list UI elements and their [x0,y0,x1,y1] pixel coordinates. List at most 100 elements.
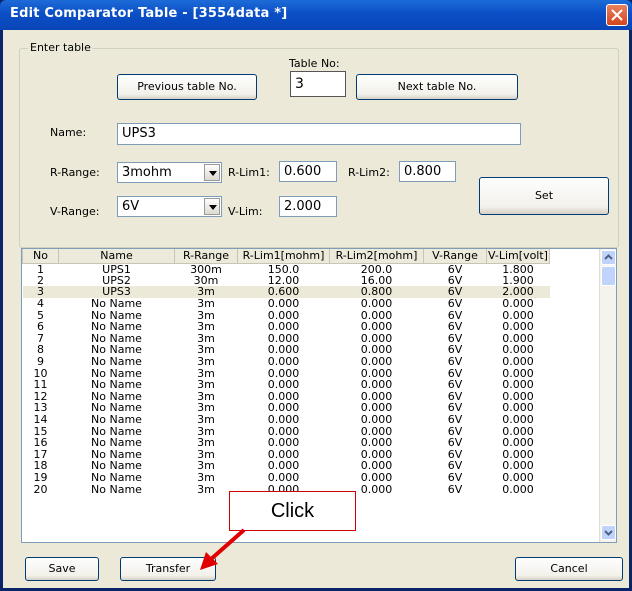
r-lim1-label: R-Lim1: [228,166,270,179]
table-row[interactable]: 6 No Name 3m 0.000 0.000 6V 0.000 [23,321,550,333]
title-bar[interactable]: Edit Comparator Table - [3554data *] [0,0,632,30]
table-cell: 6V [423,286,487,298]
chevron-down-icon[interactable] [204,164,220,181]
table-cell: UPS3 [58,286,175,298]
table-cell: 0.800 [329,286,424,298]
table-cell: 16 [33,436,48,450]
table-cell: 0.000 [502,424,534,438]
table-cell: 0.000 [267,424,300,438]
table-cell: 6V [447,343,463,357]
table-cell: No Name [91,366,142,380]
table-cell: 0.000 [267,378,300,392]
table-cell: 0.000 [502,470,534,484]
table-cell: No Name [91,331,142,345]
set-button[interactable]: Set [479,177,609,215]
table-cell: 0.000 [360,331,393,345]
table-cell: 0.000 [267,413,300,427]
table-row[interactable]: 1 UPS1 300m 150.0 200.0 6V 1.800 [23,263,550,275]
r-lim1-field[interactable]: 0.600 [279,161,337,182]
vertical-scrollbar[interactable] [599,249,616,542]
table-cell: 6V [447,413,463,427]
table-row[interactable]: 8 No Name 3m 0.000 0.000 6V 0.000 [23,344,550,356]
table-cell: 19 [33,470,48,484]
next-table-button[interactable]: Next table No. [356,74,518,100]
table-cell: No Name [91,343,142,357]
scroll-down-button[interactable] [601,525,616,540]
table-cell: 0.000 [502,482,534,496]
cancel-button[interactable]: Cancel [515,557,623,581]
scroll-thumb[interactable] [601,266,616,286]
table-row[interactable]: 3 UPS3 3m 0.600 0.800 6V 2.000 [22,286,550,298]
column-header[interactable]: Name [58,249,175,264]
table-no-field[interactable]: 3 [290,71,346,97]
table-cell: 3m [174,286,238,298]
table-cell: 0.000 [267,436,300,450]
table-cell: 15 [33,424,48,438]
table-cell: 6V [447,366,463,380]
table-row[interactable]: 2 UPS2 30m 12.00 16.00 6V 1.900 [23,275,550,287]
table-cell: 4 [37,297,44,311]
table-cell: 300m [190,262,222,276]
column-header[interactable]: R-Range [174,249,238,264]
table-row[interactable]: 11 No Name 3m 0.000 0.000 6V 0.000 [23,379,550,391]
scroll-up-button[interactable] [601,250,616,265]
table-row[interactable]: 4 No Name 3m 0.000 0.000 6V 0.000 [23,298,550,310]
table-row[interactable]: 5 No Name 3m 0.000 0.000 6V 0.000 [23,309,550,321]
v-range-value: 6V [122,199,140,214]
table-row[interactable]: 18 No Name 3m 0.000 0.000 6V 0.000 [23,460,550,472]
table-row[interactable]: 16 No Name 3m 0.000 0.000 6V 0.000 [23,437,550,449]
previous-table-button[interactable]: Previous table No. [117,74,257,100]
table-row[interactable]: 12 No Name 3m 0.000 0.000 6V 0.000 [23,391,550,403]
column-header[interactable]: V-Range [423,249,487,264]
table-cell: 0.000 [360,413,393,427]
save-button[interactable]: Save [25,557,99,581]
table-cell: 5 [37,308,44,322]
table-cell: 0.000 [267,297,300,311]
table-cell: 3m [197,413,215,427]
table-row[interactable]: 7 No Name 3m 0.000 0.000 6V 0.000 [23,333,550,345]
table-cell: No Name [91,297,142,311]
table-cell: 0.000 [502,308,534,322]
table-cell: 3m [197,378,215,392]
table-row[interactable]: 19 No Name 3m 0.000 0.000 6V 0.000 [23,472,550,484]
column-header[interactable]: No [22,249,59,264]
table-cell: 6V [447,459,463,473]
table-cell: 0.000 [267,308,300,322]
v-lim-field[interactable]: 2.000 [279,196,337,217]
table-cell: 6V [447,355,463,369]
chevron-down-icon[interactable] [204,198,220,215]
r-lim2-field[interactable]: 0.800 [399,161,456,182]
table-row[interactable]: 17 No Name 3m 0.000 0.000 6V 0.000 [23,449,550,461]
table-cell: 11 [33,378,48,392]
v-range-dropdown[interactable]: 6V [117,196,222,217]
table-cell: No Name [91,436,142,450]
column-header[interactable]: V-Lim[volt] [486,249,550,264]
table-row[interactable]: 13 No Name 3m 0.000 0.000 6V 0.000 [23,402,550,414]
table-cell: 0.000 [502,389,534,403]
table-row[interactable]: 15 No Name 3m 0.000 0.000 6V 0.000 [23,425,550,437]
table-cell: 3m [197,424,215,438]
r-range-dropdown[interactable]: 3mohm [117,162,222,183]
table-row[interactable]: 10 No Name 3m 0.000 0.000 6V 0.000 [23,367,550,379]
table-cell: 3m [197,355,215,369]
table-cell: 0.000 [502,331,534,345]
table-cell: 1.900 [502,273,534,287]
table-row[interactable]: 14 No Name 3m 0.000 0.000 6V 0.000 [23,414,550,426]
table-cell: 3m [197,389,215,403]
column-header[interactable]: R-Lim2[mohm] [329,249,424,264]
table-row[interactable]: 9 No Name 3m 0.000 0.000 6V 0.000 [23,356,550,368]
table-cell: No Name [91,320,142,334]
table-cell: 0.000 [360,320,393,334]
table-cell: 0.000 [360,436,393,450]
table-cell: 9 [37,355,44,369]
table-cell: 3m [197,366,215,380]
table-cell: UPS1 [102,262,131,276]
table-cell: 6V [447,401,463,415]
close-button[interactable] [606,4,628,26]
name-field[interactable]: UPS3 [117,123,521,145]
table-no-label: Table No: [289,57,340,70]
table-cell: 200.0 [360,262,393,276]
column-header[interactable]: R-Lim1[mohm] [237,249,330,264]
table-cell: No Name [91,389,142,403]
table-cell: 7 [37,331,44,345]
